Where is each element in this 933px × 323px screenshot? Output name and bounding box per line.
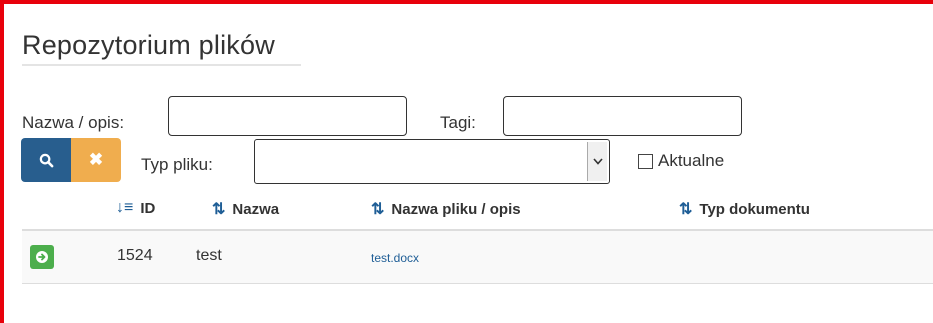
current-filter[interactable]: Aktualne [638,151,724,171]
red-frame-left [0,0,4,323]
open-row-button[interactable] [30,245,54,269]
sort-icon: ⇅ [679,201,693,218]
red-frame-top [0,0,933,4]
column-header-doctype[interactable]: ⇅ Typ dokumentu [679,199,810,219]
column-header-name[interactable]: ⇅ Nazwa [212,199,279,219]
column-header-filename[interactable]: ⇅ Nazwa pliku / opis [371,199,521,219]
sort-desc-icon: ↓≡ [116,199,134,216]
current-checkbox[interactable] [638,153,653,169]
filetype-select[interactable] [254,139,610,184]
sort-icon: ⇅ [212,201,226,218]
filetype-filter-label: Typ pliku: [141,155,213,174]
column-header-id[interactable]: ↓≡ ID [116,199,155,217]
cell-file-link[interactable]: test.docx [371,251,419,265]
table-row: 1524 test test.docx [22,231,933,284]
chevron-down-icon [592,158,603,165]
cell-id: 1524 [117,247,153,264]
clear-filters-button[interactable]: ✖ [71,138,121,182]
search-button[interactable] [21,138,71,182]
sort-icon: ⇅ [371,201,385,218]
title-underline [22,64,301,66]
cell-name: test [196,247,222,264]
current-checkbox-label: Aktualne [658,151,725,170]
select-arrow[interactable] [587,142,607,181]
close-icon: ✖ [88,150,104,169]
name-filter-input[interactable] [168,96,407,136]
column-label-name: Nazwa [232,200,280,218]
tags-filter-input[interactable] [503,96,742,136]
column-label-id: ID [140,199,156,217]
arrow-right-circle-icon [36,251,48,263]
search-icon [39,153,53,167]
column-label-doctype: Typ dokumentu [699,200,810,218]
column-label-filename: Nazwa pliku / opis [391,200,521,218]
tags-filter-label: Tagi: [440,113,476,132]
name-filter-label: Nazwa / opis: [22,113,125,132]
page-title: Repozytorium plików [22,30,275,60]
